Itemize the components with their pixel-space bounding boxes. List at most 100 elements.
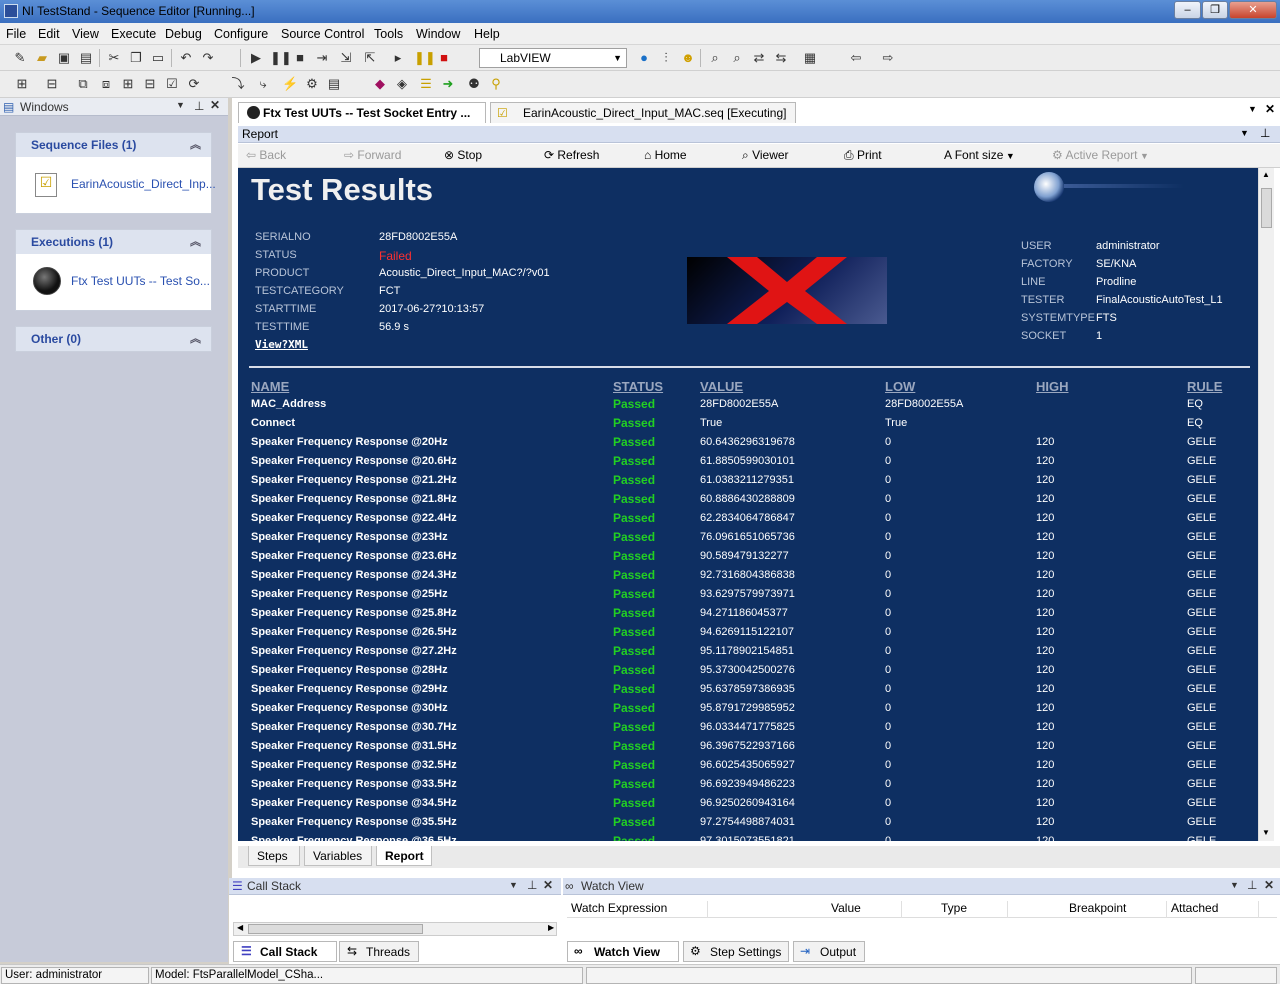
- tab-steps[interactable]: Steps: [248, 846, 300, 866]
- find-file-icon[interactable]: ⌕: [729, 50, 745, 66]
- window-icon[interactable]: ▦: [802, 50, 818, 66]
- tree-icon[interactable]: ⫶: [658, 50, 674, 66]
- close-icon[interactable]: ✕: [1264, 878, 1274, 892]
- scroll-thumb[interactable]: [1261, 188, 1272, 228]
- maximize-button[interactable]: ❐: [1202, 1, 1228, 19]
- undo-icon[interactable]: ↶: [178, 50, 194, 66]
- close-button[interactable]: ✕: [1229, 1, 1277, 19]
- expand-icon[interactable]: ⊞: [120, 76, 136, 92]
- group-icon[interactable]: ⧉: [75, 76, 91, 92]
- doc-tab-sequence-file[interactable]: ☑ EarinAcoustic_Direct_Input_MAC.seq [Ex…: [490, 102, 796, 123]
- open-folder-icon[interactable]: ▰: [34, 50, 50, 66]
- terminate-icon[interactable]: ■: [436, 50, 452, 66]
- tracing-icon[interactable]: ⚙: [304, 76, 320, 92]
- refresh-button[interactable]: ⟳ Refresh: [544, 148, 599, 162]
- adapter-select[interactable]: LabVIEW ▼: [479, 48, 627, 68]
- menu-debug[interactable]: Debug: [165, 27, 202, 41]
- forward-button[interactable]: ⇨ Forward: [344, 148, 401, 162]
- tab-threads[interactable]: ⇆ Threads: [339, 941, 419, 962]
- tab-call-stack[interactable]: ☰ Call Stack: [233, 941, 337, 962]
- tab-variables[interactable]: Variables: [304, 846, 372, 866]
- paste-icon[interactable]: ▭: [150, 50, 166, 66]
- ungroup-icon[interactable]: ⧈: [98, 76, 114, 92]
- search-people-icon[interactable]: ⚲: [488, 76, 504, 92]
- stop-button[interactable]: ⊗ Stop: [444, 148, 482, 162]
- ladder-icon[interactable]: ☰: [418, 76, 434, 92]
- chevron-down-icon[interactable]: ▼: [176, 100, 185, 110]
- nav-forward-icon[interactable]: ⇨: [880, 50, 896, 66]
- step-out-icon[interactable]: ⇱: [362, 50, 378, 66]
- save-all-icon[interactable]: ▤: [78, 50, 94, 66]
- book-icon[interactable]: ◆: [372, 76, 388, 92]
- go-icon[interactable]: ➜: [440, 76, 456, 92]
- close-icon[interactable]: ✕: [1265, 102, 1275, 116]
- calc-icon[interactable]: ▤: [326, 76, 342, 92]
- chevron-down-icon[interactable]: ▼: [1248, 104, 1257, 114]
- minimize-button[interactable]: –: [1174, 1, 1201, 19]
- pin-icon[interactable]: ⊥: [1260, 126, 1270, 140]
- cut-icon[interactable]: ✂: [106, 50, 122, 66]
- group-header-other[interactable]: Other (0) ︽: [16, 327, 211, 351]
- scroll-thumb[interactable]: [248, 924, 423, 934]
- merge-icon[interactable]: ⇆: [773, 50, 789, 66]
- menu-edit[interactable]: Edit: [38, 27, 60, 41]
- viewer-button[interactable]: ⌕ Viewer: [742, 148, 789, 163]
- chevron-down-icon[interactable]: ▼: [509, 880, 518, 890]
- trace-icon[interactable]: ⚡: [282, 76, 298, 92]
- menu-file[interactable]: File: [6, 27, 26, 41]
- break-all-icon[interactable]: ❚❚: [414, 50, 436, 66]
- stop-icon[interactable]: ■: [292, 50, 308, 66]
- tab-output[interactable]: ⇥ Output: [793, 941, 865, 962]
- refresh-icon[interactable]: ⟳: [186, 76, 202, 92]
- save-icon[interactable]: ▣: [56, 50, 72, 66]
- execution-item[interactable]: Ftx Test UUTs -- Test So...: [16, 254, 211, 310]
- pin-icon[interactable]: ⊥: [194, 99, 204, 113]
- scroll-up-icon[interactable]: ▲: [1262, 170, 1270, 179]
- menu-window[interactable]: Window: [416, 27, 460, 41]
- tab-step-settings[interactable]: ⚙ Step Settings: [683, 941, 789, 962]
- font-size-button[interactable]: A Font size ▼: [944, 148, 1015, 162]
- close-icon[interactable]: ✕: [210, 98, 220, 112]
- globe-icon[interactable]: ●: [636, 50, 652, 66]
- insert-flow-icon[interactable]: ⊟: [44, 76, 60, 92]
- new-sequence-icon[interactable]: ✎: [12, 50, 28, 66]
- scroll-left-icon[interactable]: ◀: [237, 923, 243, 932]
- chevron-down-icon[interactable]: ▼: [1230, 880, 1239, 890]
- step-a-icon[interactable]: ⤵: [230, 76, 246, 92]
- print-button[interactable]: ⎙ Print: [844, 148, 882, 163]
- collapse-chevron-icon[interactable]: ︽: [190, 136, 201, 152]
- check-icon[interactable]: ☑: [164, 76, 180, 92]
- active-report-button[interactable]: ⚙ Active Report ▼: [1052, 148, 1149, 162]
- chevron-down-icon[interactable]: ▼: [1240, 128, 1249, 138]
- report-scrollbar[interactable]: ▲ ▼: [1258, 168, 1274, 841]
- menu-tools[interactable]: Tools: [374, 27, 403, 41]
- menu-source-control[interactable]: Source Control: [281, 27, 364, 41]
- watch-column-header[interactable]: Breakpoint: [1069, 901, 1168, 918]
- step-into-icon[interactable]: ⇲: [338, 50, 354, 66]
- group-header-sequence-files[interactable]: Sequence Files (1) ︽: [16, 133, 211, 157]
- nav-back-icon[interactable]: ⇦: [848, 50, 864, 66]
- people-icon[interactable]: ⚉: [466, 76, 482, 92]
- group-header-executions[interactable]: Executions (1) ︽: [16, 230, 211, 254]
- pin-icon[interactable]: ⊥: [1247, 878, 1257, 892]
- menu-configure[interactable]: Configure: [214, 27, 268, 41]
- insert-step-icon[interactable]: ⊞: [14, 76, 30, 92]
- redo-icon[interactable]: ↷: [200, 50, 216, 66]
- collapse-chevron-icon[interactable]: ︽: [190, 233, 201, 249]
- watch-column-header[interactable]: Attached: [1171, 901, 1260, 918]
- doc-tab-execution[interactable]: Ftx Test UUTs -- Test Socket Entry ...: [238, 102, 486, 123]
- find-icon[interactable]: ⌕: [707, 50, 723, 66]
- scroll-down-icon[interactable]: ▼: [1262, 828, 1270, 837]
- step-b-icon[interactable]: ⤷: [255, 76, 271, 92]
- watch-column-header[interactable]: Value: [831, 901, 902, 918]
- close-icon[interactable]: ✕: [543, 878, 553, 892]
- resume-icon[interactable]: ▸: [390, 50, 406, 66]
- copy-icon[interactable]: ❐: [128, 50, 144, 66]
- scroll-right-icon[interactable]: ▶: [548, 923, 554, 932]
- user-icon[interactable]: ☻: [680, 50, 696, 66]
- step-over-icon[interactable]: ⇥: [314, 50, 330, 66]
- collapse-icon[interactable]: ⊟: [142, 76, 158, 92]
- collapse-chevron-icon[interactable]: ︽: [190, 330, 201, 346]
- back-button[interactable]: ⇦ Back: [246, 148, 286, 162]
- run-icon[interactable]: ▶: [248, 50, 264, 66]
